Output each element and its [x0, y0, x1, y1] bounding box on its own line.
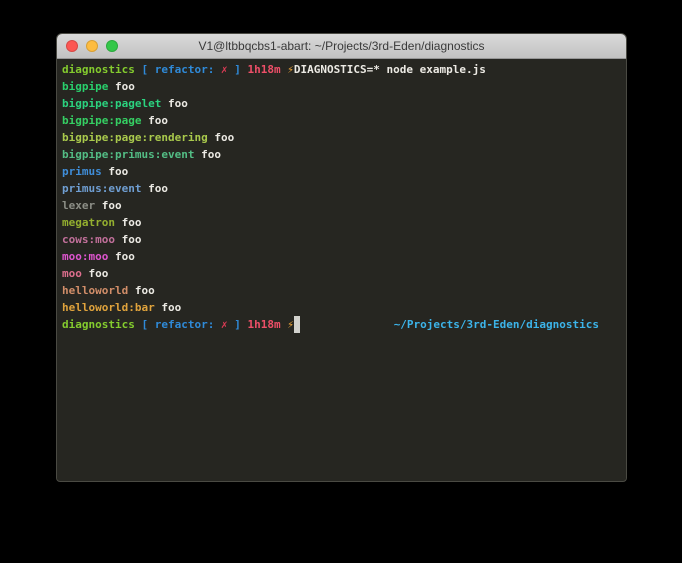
log-message: foo — [155, 301, 182, 314]
terminal-line: diagnostics [ refactor: ✗ ] 1h18m ⚡ ~/Pr… — [62, 316, 621, 333]
zoom-button[interactable] — [106, 40, 118, 52]
namespace-label: cows:moo — [62, 233, 115, 246]
log-message: foo — [128, 284, 155, 297]
terminal-line-content: bigpipe:pagelet foo — [62, 95, 188, 112]
terminal-line-content: cows:moo foo — [62, 231, 141, 248]
log-message: foo — [141, 114, 168, 127]
minimize-button[interactable] — [86, 40, 98, 52]
namespace-label: primus — [62, 165, 102, 178]
terminal-line-content: bigpipe foo — [62, 78, 135, 95]
terminal-line-content: moo foo — [62, 265, 108, 282]
terminal-cursor — [294, 316, 301, 333]
prompt-directory: diagnostics — [62, 318, 135, 331]
log-message: foo — [115, 233, 142, 246]
terminal-line: bigpipe foo — [62, 78, 621, 95]
terminal-line: primus foo — [62, 163, 621, 180]
terminal-line-content: moo:moo foo — [62, 248, 135, 265]
namespace-label: moo:moo — [62, 250, 108, 263]
terminal-line: bigpipe:page foo — [62, 112, 621, 129]
namespace-label: helloworld:bar — [62, 301, 155, 314]
namespace-label: helloworld — [62, 284, 128, 297]
namespace-label: moo — [62, 267, 82, 280]
log-message: foo — [161, 97, 188, 110]
log-message: foo — [95, 199, 122, 212]
lightning-icon: ⚡ — [287, 63, 294, 76]
log-message: foo — [208, 131, 235, 144]
terminal-line-content: primus:event foo — [62, 180, 168, 197]
namespace-label: primus:event — [62, 182, 141, 195]
log-message: foo — [115, 216, 142, 229]
terminal-line-content: bigpipe:page foo — [62, 112, 168, 129]
terminal-line-content: diagnostics [ refactor: ✗ ] 1h18m ⚡DIAGN… — [62, 61, 486, 78]
terminal-line-content: helloworld foo — [62, 282, 155, 299]
terminal-line: primus:event foo — [62, 180, 621, 197]
terminal-line-content: diagnostics [ refactor: ✗ ] 1h18m ⚡ — [62, 316, 300, 333]
terminal-line: moo:moo foo — [62, 248, 621, 265]
prompt-git-bracket: ] — [228, 63, 248, 76]
terminal-window: V1@ltbbqcbs1-abart: ~/Projects/3rd-Eden/… — [56, 33, 627, 482]
terminal-line-content: helloworld:bar foo — [62, 299, 181, 316]
namespace-label: lexer — [62, 199, 95, 212]
desktop-background: V1@ltbbqcbs1-abart: ~/Projects/3rd-Eden/… — [0, 0, 682, 563]
terminal-line: bigpipe:page:rendering foo — [62, 129, 621, 146]
namespace-label: bigpipe — [62, 80, 108, 93]
log-message: foo — [141, 182, 168, 195]
prompt-duration: 1h18m — [247, 318, 280, 331]
namespace-label: bigpipe:primus:event — [62, 148, 194, 161]
terminal-line-content: megatron foo — [62, 214, 141, 231]
git-dirty-icon: ✗ — [221, 318, 228, 331]
terminal-line: cows:moo foo — [62, 231, 621, 248]
prompt-git-bracket: ] — [228, 318, 248, 331]
prompt-git-branch: [ refactor: — [135, 318, 221, 331]
terminal-line: bigpipe:primus:event foo — [62, 146, 621, 163]
terminal-line: moo foo — [62, 265, 621, 282]
terminal-line-content: bigpipe:primus:event foo — [62, 146, 221, 163]
namespace-label: bigpipe:page — [62, 114, 141, 127]
window-titlebar[interactable]: V1@ltbbqcbs1-abart: ~/Projects/3rd-Eden/… — [57, 34, 626, 59]
log-message: foo — [108, 80, 135, 93]
namespace-label: bigpipe:pagelet — [62, 97, 161, 110]
terminal-line: diagnostics [ refactor: ✗ ] 1h18m ⚡DIAGN… — [62, 61, 621, 78]
rprompt-path: ~/Projects/3rd-Eden/diagnostics — [394, 316, 599, 333]
terminal-line-content: bigpipe:page:rendering foo — [62, 129, 234, 146]
terminal-line: helloworld:bar foo — [62, 299, 621, 316]
terminal-line: helloworld foo — [62, 282, 621, 299]
namespace-label: bigpipe:page:rendering — [62, 131, 208, 144]
traffic-lights — [66, 34, 118, 58]
log-message: foo — [82, 267, 109, 280]
log-message: foo — [108, 250, 135, 263]
terminal-line-content: lexer foo — [62, 197, 122, 214]
git-dirty-icon: ✗ — [221, 63, 228, 76]
log-message: foo — [194, 148, 221, 161]
terminal-line: bigpipe:pagelet foo — [62, 95, 621, 112]
prompt-git-branch: [ refactor: — [135, 63, 221, 76]
close-button[interactable] — [66, 40, 78, 52]
terminal-line: megatron foo — [62, 214, 621, 231]
terminal-line: lexer foo — [62, 197, 621, 214]
prompt-duration: 1h18m — [247, 63, 280, 76]
window-title: V1@ltbbqcbs1-abart: ~/Projects/3rd-Eden/… — [57, 34, 626, 58]
log-message: foo — [102, 165, 129, 178]
terminal-body[interactable]: diagnostics [ refactor: ✗ ] 1h18m ⚡DIAGN… — [57, 59, 626, 480]
lightning-icon: ⚡ — [287, 318, 294, 331]
namespace-label: megatron — [62, 216, 115, 229]
command-text: DIAGNOSTICS=* node example.js — [294, 63, 486, 76]
terminal-line-content: primus foo — [62, 163, 128, 180]
prompt-directory: diagnostics — [62, 63, 135, 76]
